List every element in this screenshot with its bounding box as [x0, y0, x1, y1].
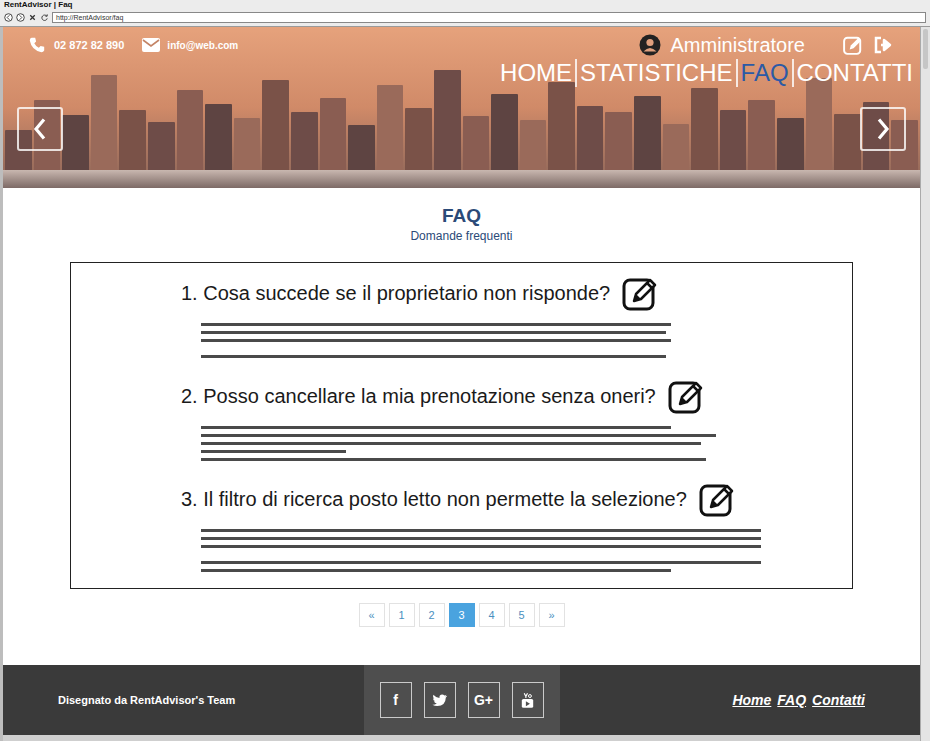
phone: 02 872 82 890 [28, 36, 124, 54]
scrollbar[interactable] [920, 27, 930, 741]
footer-credit: Disegnato da RentAdvisor's Team [58, 692, 358, 709]
email-address: info@web.com [167, 38, 238, 53]
faq-question-row: 1. Cosa succede se il proprietario non r… [181, 275, 842, 311]
address-text: http://RentAdvisor/faq [56, 13, 123, 22]
page-button[interactable]: 2 [419, 603, 445, 627]
scrollbar-thumb[interactable] [923, 29, 928, 69]
edit-icon[interactable] [668, 378, 704, 414]
prev-arrow-icon[interactable] [17, 107, 63, 151]
page: 02 872 82 890info@web.comAmministratoreH… [0, 27, 920, 741]
youtube-icon [521, 692, 534, 709]
page-button[interactable]: 5 [509, 603, 535, 627]
faq-question-row: 3. Il filtro di ricerca posto letto non … [181, 481, 842, 517]
envelope-icon [142, 38, 160, 52]
facebook-button[interactable]: f [380, 682, 412, 718]
user-name[interactable]: Amministratore [671, 30, 805, 60]
twitter-button[interactable] [424, 682, 456, 718]
page-button[interactable]: 3 [449, 603, 475, 627]
nav-item[interactable]: STATISTICHE [575, 59, 735, 87]
header: 02 872 82 890info@web.comAmministratoreH… [3, 27, 920, 188]
main-nav: HOMESTATISTICHEFAQCONTATTI [3, 59, 920, 87]
page-button[interactable]: 4 [479, 603, 505, 627]
next-arrow-icon[interactable] [860, 107, 906, 151]
footer: Disegnato da RentAdvisor's Team f G+ Home FA… [3, 665, 920, 735]
faq-list: 1. Cosa succede se il proprietario non r… [70, 262, 853, 589]
faq-question[interactable]: 2. Posso cancellare la mia prenotazione … [181, 383, 656, 409]
browser-viewport: 02 872 82 890info@web.comAmministratoreH… [0, 27, 930, 741]
social-links: f G+ [364, 665, 560, 735]
rooftops [3, 170, 920, 188]
faq-answer [201, 323, 842, 358]
footer-links: Home FAQ Contatti [565, 690, 865, 711]
edit-profile-icon[interactable] [843, 35, 863, 55]
hero-image: 02 872 82 890info@web.comAmministratoreH… [3, 27, 920, 188]
phone-icon [28, 36, 46, 54]
browser-toolbar: http://RentAdvisor/faq [0, 10, 930, 25]
edit-icon[interactable] [699, 481, 735, 517]
footer-link[interactable]: Home [732, 690, 771, 711]
page-title: FAQ [442, 204, 481, 228]
faq-question[interactable]: 3. Il filtro di ricerca posto letto non … [181, 486, 687, 512]
contact-info: 02 872 82 890 info@web.com [28, 36, 238, 54]
faq-answer [201, 426, 842, 461]
back-icon[interactable] [4, 13, 13, 22]
nav-item[interactable]: HOME [497, 59, 575, 87]
browser-bottom [3, 735, 920, 741]
user-menu: Amministratore [639, 30, 895, 60]
carousel-controls [3, 107, 920, 151]
page-subtitle: Domande frequenti [410, 228, 512, 244]
page-button[interactable]: 1 [389, 603, 415, 627]
page-button[interactable]: » [539, 603, 565, 627]
edit-icon[interactable] [622, 275, 658, 311]
stop-icon[interactable] [28, 13, 37, 22]
youtube-button[interactable] [512, 682, 544, 718]
browser-chrome: RentAdvisor | Faq http://RentAdvisor/faq [0, 0, 930, 27]
forward-icon[interactable] [16, 13, 25, 22]
reload-icon[interactable] [40, 13, 49, 22]
user-icon [639, 34, 661, 56]
footer-link[interactable]: FAQ [777, 690, 806, 711]
address-bar[interactable]: http://RentAdvisor/faq [52, 12, 926, 23]
faq-item: 3. Il filtro di ricerca posto letto non … [181, 481, 842, 572]
faq-item: 1. Cosa succede se il proprietario non r… [181, 275, 842, 358]
footer-link[interactable]: Contatti [812, 690, 865, 711]
logout-icon[interactable] [873, 35, 893, 55]
window-title: RentAdvisor | Faq [0, 0, 930, 10]
phone-number: 02 872 82 890 [54, 37, 124, 54]
nav-item[interactable]: FAQ [736, 59, 792, 87]
faq-item: 2. Posso cancellare la mia prenotazione … [181, 378, 842, 461]
page-button[interactable]: « [359, 603, 385, 627]
googleplus-button[interactable]: G+ [468, 682, 500, 718]
email: info@web.com [142, 38, 238, 53]
twitter-icon [432, 694, 448, 707]
faq-answer [201, 529, 842, 572]
header-top: 02 872 82 890 info@web.com Amministratore [3, 27, 920, 57]
nav-item[interactable]: CONTATTI [792, 59, 916, 87]
pagination: «12345» [359, 603, 565, 627]
faq-section: FAQDomande frequenti 1. Cosa succede se i… [3, 188, 920, 665]
faq-question[interactable]: 1. Cosa succede se il proprietario non r… [181, 280, 610, 306]
faq-question-row: 2. Posso cancellare la mia prenotazione … [181, 378, 842, 414]
